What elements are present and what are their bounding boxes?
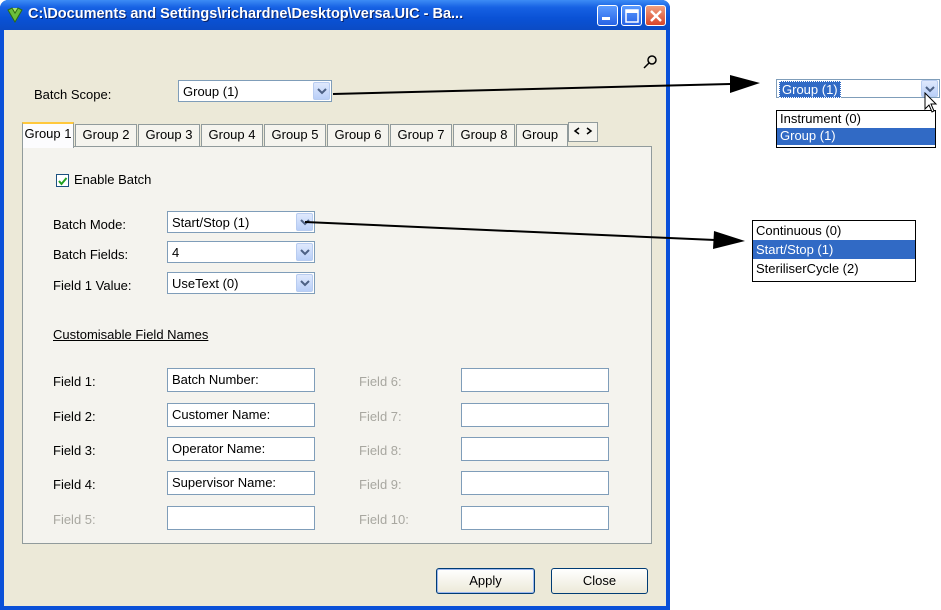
mouse-cursor-icon xyxy=(924,92,938,113)
scope-callout-selected: Group (1) xyxy=(779,81,841,98)
mode-option-start-stop[interactable]: Start/Stop (1) xyxy=(753,240,915,259)
scope-dropdown-callout[interactable]: Group (1) xyxy=(776,79,940,98)
mode-options-list: Continuous (0) Start/Stop (1) Steriliser… xyxy=(752,220,916,282)
scope-options-list: Instrument (0) Group (1) xyxy=(776,110,936,148)
scope-callout-line xyxy=(332,83,731,95)
mode-callout-arrowhead xyxy=(713,231,745,249)
scope-option-instrument[interactable]: Instrument (0) xyxy=(777,111,935,128)
mode-option-steriliser-cycle[interactable]: SteriliserCycle (2) xyxy=(753,259,915,278)
scope-option-group[interactable]: Group (1) xyxy=(777,128,935,145)
tab-group-1[interactable]: Group 1 xyxy=(22,122,74,148)
mode-option-continuous[interactable]: Continuous (0) xyxy=(753,221,915,240)
scope-callout-arrowhead xyxy=(730,75,760,93)
mode-callout-line xyxy=(304,221,716,241)
